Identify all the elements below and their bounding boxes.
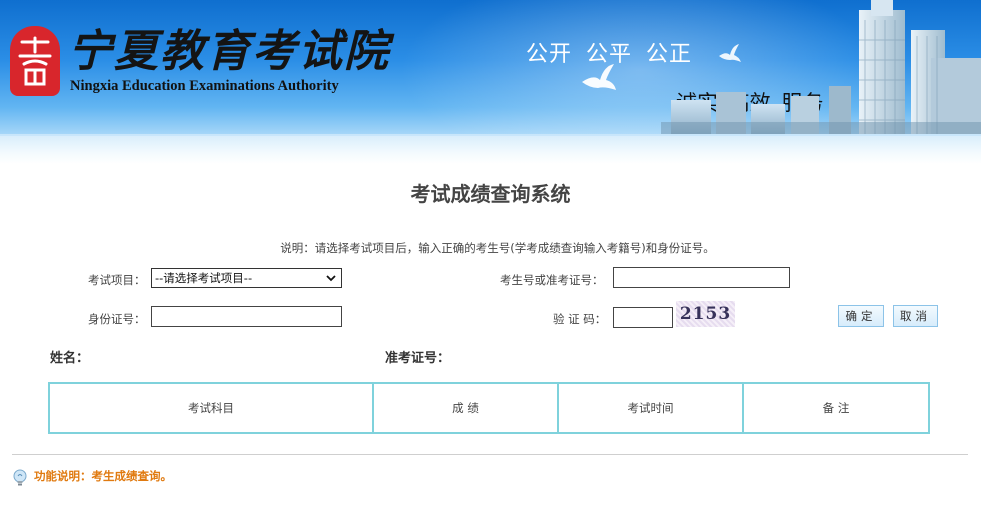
logo-english-name: Ningxia Education Examinations Authority: [70, 78, 339, 94]
id-number-label: 身份证号：: [88, 312, 146, 326]
city-skyline-image: [661, 0, 981, 134]
logo-chinese-name: 宁夏教育考试院: [68, 26, 390, 77]
candidate-number-input[interactable]: [613, 267, 790, 288]
exam-label: 考试项目：: [88, 273, 146, 287]
instructions-text: 说明：请选择考试项目后，输入正确的考生号(学考成绩查询输入考籍号)和身份证号。: [280, 241, 715, 255]
score-table: 考试科目 成 绩 考试时间 备 注: [48, 382, 930, 434]
name-label: 姓名：: [50, 351, 90, 366]
candidate-number-label: 考生号或准考证号：: [500, 273, 604, 287]
header-banner: 宁夏教育考试院 Ningxia Education Examinations A…: [0, 0, 981, 134]
captcha-image[interactable]: 2153: [676, 301, 735, 327]
exam-select[interactable]: --请选择考试项目--: [151, 268, 342, 288]
page-title: 考试成绩查询系统: [410, 182, 571, 206]
confirm-button[interactable]: 确定: [838, 305, 884, 327]
captcha-label: 验 证 码：: [553, 312, 607, 326]
id-number-input[interactable]: [151, 306, 342, 327]
column-header-remarks: 备 注: [822, 401, 850, 415]
ticket-number-label: 准考证号：: [385, 351, 451, 366]
captcha-input[interactable]: [613, 307, 673, 328]
function-note: 功能说明：考生成绩查询。: [34, 469, 172, 483]
lightbulb-icon: [13, 469, 27, 486]
dove-icon: [582, 64, 616, 90]
cancel-button[interactable]: 取消: [893, 305, 938, 327]
exam-select-value: --请选择考试项目--: [155, 271, 253, 285]
header-stripe: [0, 134, 981, 164]
column-header-score: 成 绩: [374, 384, 559, 432]
divider: [12, 454, 968, 455]
seal-logo-icon: [10, 26, 60, 96]
chevron-down-icon: [326, 275, 336, 282]
column-header-subject: 考试科目: [50, 384, 374, 432]
column-header-exam-time: 考试时间: [559, 384, 744, 432]
